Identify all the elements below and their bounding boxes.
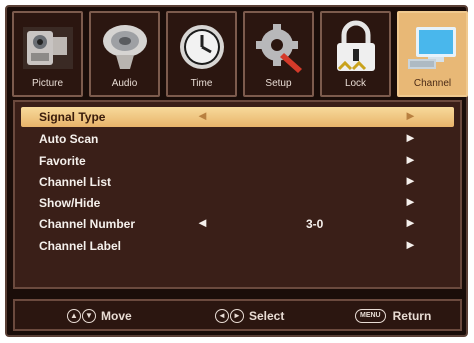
key-hint-bar: ▲ ▼ Move ◄ ► Select MENU Return [13, 299, 462, 331]
row-label: Channel List [39, 175, 112, 189]
tab-lock[interactable]: Lock [320, 11, 391, 97]
tab-label: Picture [31, 78, 64, 89]
down-button-icon: ▼ [82, 308, 96, 323]
menu-row-favorite[interactable]: Favorite ► [21, 151, 454, 171]
row-label: Signal Type [39, 110, 106, 124]
row-label: Auto Scan [39, 132, 99, 146]
right-arrow-icon[interactable]: ► [404, 237, 417, 252]
menu-key-icon: MENU [355, 308, 386, 323]
right-arrow-icon[interactable]: ► [404, 152, 417, 167]
left-button-icon: ◄ [215, 308, 229, 323]
tab-picture[interactable]: Picture [12, 11, 83, 97]
right-button-icon: ► [230, 308, 244, 323]
return-hint: MENU Return [355, 308, 431, 323]
menu-row-show-hide[interactable]: Show/Hide ► [21, 193, 454, 213]
select-hint: ◄ ► Select [215, 308, 284, 323]
right-arrow-icon[interactable]: ► [404, 173, 417, 188]
computer-monitor-icon [408, 27, 456, 69]
move-hint: ▲ ▼ Move [67, 308, 132, 323]
channel-settings-list: Signal Type ◄ ► Auto Scan ► Favorite ► C… [13, 100, 462, 289]
channel-number-value: 3-0 [306, 217, 324, 231]
menu-row-channel-list[interactable]: Channel List ► [21, 172, 454, 192]
move-label: Move [101, 308, 132, 323]
up-button-icon: ▲ [67, 308, 81, 323]
row-label: Channel Number [39, 217, 136, 231]
tab-channel[interactable]: Channel [397, 11, 468, 97]
lock-icon [337, 20, 375, 71]
right-arrow-icon[interactable]: ► [404, 215, 417, 230]
tab-label: Audio [111, 78, 138, 89]
tab-label: Setup [265, 78, 292, 89]
right-arrow-icon[interactable]: ► [404, 108, 417, 123]
right-arrow-icon[interactable]: ► [404, 194, 417, 209]
clock-icon [180, 25, 224, 69]
right-arrow-icon[interactable]: ► [404, 130, 417, 145]
return-label: Return [392, 308, 432, 323]
row-label: Show/Hide [39, 196, 101, 210]
menu-row-channel-number[interactable]: Channel Number ◄ 3-0 ► [21, 214, 454, 234]
gear-icon [256, 24, 302, 73]
tab-label: Time [190, 78, 213, 89]
left-arrow-icon[interactable]: ◄ [196, 215, 209, 230]
row-label: Favorite [39, 154, 86, 168]
tab-label: Lock [344, 78, 367, 89]
tab-label: Channel [413, 78, 452, 89]
left-arrow-icon[interactable]: ◄ [196, 108, 209, 123]
tab-audio[interactable]: Audio [89, 11, 160, 97]
select-label: Select [249, 308, 285, 323]
camera-icon [23, 27, 73, 69]
tab-time[interactable]: Time [166, 11, 237, 97]
speaker-icon [103, 25, 147, 69]
row-label: Channel Label [39, 239, 122, 253]
menu-row-auto-scan[interactable]: Auto Scan ► [21, 129, 454, 149]
tab-setup[interactable]: Setup [243, 11, 314, 97]
category-tabs: Picture Audio Time Setup Lock Channel [12, 11, 468, 101]
menu-row-channel-label[interactable]: Channel Label ► [21, 236, 454, 256]
channel-menu: Picture Audio Time Setup Lock Channel Si… [5, 5, 468, 337]
menu-row-signal-type[interactable]: Signal Type ◄ ► [21, 107, 454, 127]
